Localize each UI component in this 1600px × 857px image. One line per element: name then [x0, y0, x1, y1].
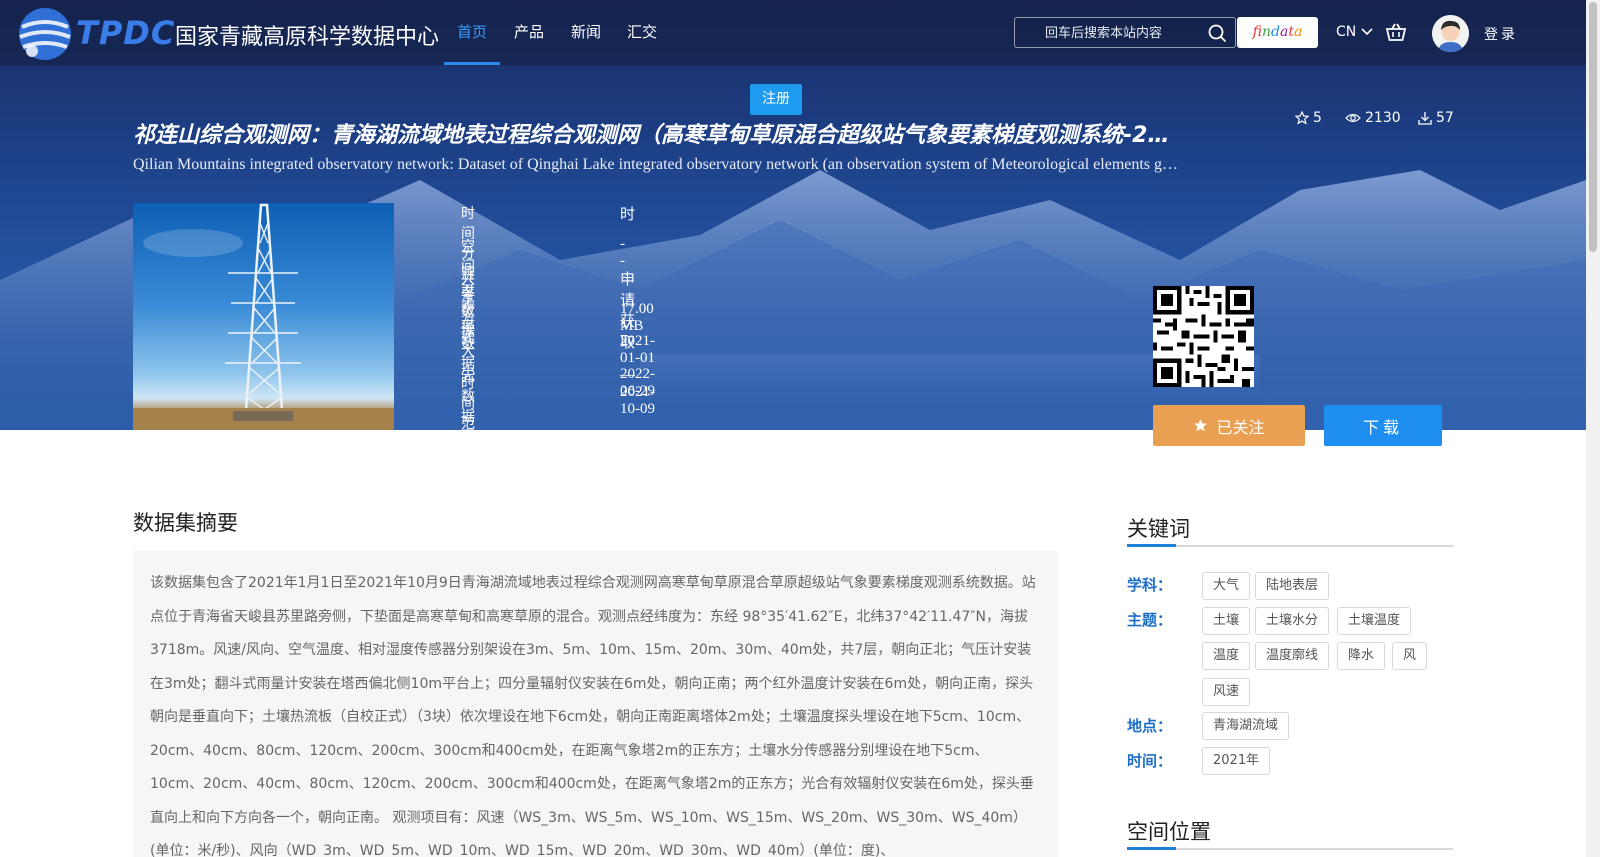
location-heading: 空间位置 — [1127, 820, 1211, 844]
site-logo[interactable] — [14, 2, 76, 66]
keyword-tag[interactable]: 陆地表层 — [1255, 572, 1330, 600]
meta-label: 元数据更新时间 — [461, 368, 475, 431]
keyword-tag[interactable]: 风 — [1392, 642, 1428, 670]
keyword-tag[interactable]: 降水 — [1337, 642, 1386, 670]
qr-code-icon — [1153, 286, 1254, 387]
keyword-tag[interactable]: 大气 — [1202, 572, 1251, 600]
findata-button[interactable]: findata — [1237, 17, 1318, 48]
download-icon — [1418, 112, 1432, 125]
keyword-label-time: 时间： — [1127, 752, 1173, 770]
keyword-tag[interactable]: 土壤温度 — [1337, 607, 1412, 635]
page-scrollbar[interactable] — [1586, 0, 1600, 857]
scrollbar-thumb[interactable] — [1589, 2, 1597, 252]
keyword-tag[interactable]: 2021年 — [1202, 747, 1271, 775]
keyword-tag[interactable]: 青海湖流域 — [1202, 712, 1290, 740]
download-button[interactable]: 下载 — [1324, 405, 1442, 446]
language-label: CN — [1336, 24, 1357, 40]
star-outline-icon — [1295, 111, 1309, 125]
avatar-icon — [1432, 15, 1469, 52]
hero-banner: TPDC 国家青藏高原科学数据中心 首页 产品 新闻 汇交 findata CN — [0, 0, 1586, 430]
keyword-tag[interactable]: 温度廓线 — [1255, 642, 1330, 670]
dataset-title-cn: 祁连山综合观测网：青海湖流域地表过程综合观测网（高寒草甸草原混合超级站气象要素梯… — [133, 123, 1173, 148]
nav-news[interactable]: 新闻 — [571, 21, 601, 42]
nav-submit[interactable]: 汇交 — [627, 21, 657, 42]
dataset-title-en: Qilian Mountains integrated observatory … — [133, 156, 1183, 173]
nav-active-indicator — [444, 62, 500, 65]
keyword-label-discipline: 学科： — [1127, 576, 1173, 594]
abstract-heading: 数据集摘要 — [133, 511, 238, 535]
language-switch[interactable]: CN — [1336, 24, 1373, 40]
search-icon[interactable] — [1208, 24, 1227, 43]
meta-value: -- — [620, 235, 625, 269]
nav-home[interactable]: 首页 — [457, 21, 487, 42]
follow-label: 已关注 — [1216, 417, 1265, 437]
meta-value: 2022-06-29 — [620, 365, 655, 399]
meta-value: 17.00 MB — [620, 300, 654, 334]
keywords-heading: 关键词 — [1127, 517, 1190, 541]
nav-products[interactable]: 产品 — [514, 21, 544, 42]
tower-image — [133, 203, 394, 430]
register-tag[interactable]: 注册 — [750, 84, 802, 115]
chevron-down-icon — [1361, 28, 1373, 36]
keyword-tag[interactable]: 温度 — [1202, 642, 1251, 670]
top-navbar: TPDC 国家青藏高原科学数据中心 首页 产品 新闻 汇交 findata CN — [0, 0, 1586, 66]
keywords-divider-accent — [1127, 544, 1176, 547]
keyword-label-place: 地点： — [1127, 717, 1173, 735]
cart-icon[interactable] — [1385, 22, 1407, 42]
star-filled-icon — [1194, 419, 1208, 432]
downloads-count: 57 — [1418, 110, 1454, 126]
views-count: 2130 — [1345, 110, 1401, 126]
location-divider-accent — [1127, 847, 1176, 850]
dataset-thumbnail — [133, 203, 394, 430]
user-avatar[interactable] — [1432, 15, 1469, 52]
search-box — [1014, 17, 1236, 48]
favorites-count: 5 — [1295, 110, 1322, 126]
keyword-tag[interactable]: 土壤 — [1202, 607, 1251, 635]
keyword-tag[interactable]: 风速 — [1202, 678, 1251, 706]
search-input[interactable] — [1025, 22, 1200, 44]
logo-text: TPDC — [76, 14, 176, 52]
globe-logo-icon — [19, 8, 71, 60]
qr-code — [1153, 286, 1254, 387]
eye-icon — [1345, 113, 1361, 123]
site-name: 国家青藏高原科学数据中心 — [175, 25, 440, 50]
keyword-label-theme: 主题： — [1127, 611, 1173, 629]
meta-value: 时 — [620, 207, 636, 223]
login-link[interactable]: 登录 — [1484, 24, 1518, 44]
abstract-text: 该数据集包含了2021年1月1日至2021年10月9日青海湖流域地表过程综合观测… — [133, 551, 1058, 857]
follow-button[interactable]: 已关注 — [1153, 405, 1305, 446]
keyword-tag[interactable]: 土壤水分 — [1255, 607, 1330, 635]
